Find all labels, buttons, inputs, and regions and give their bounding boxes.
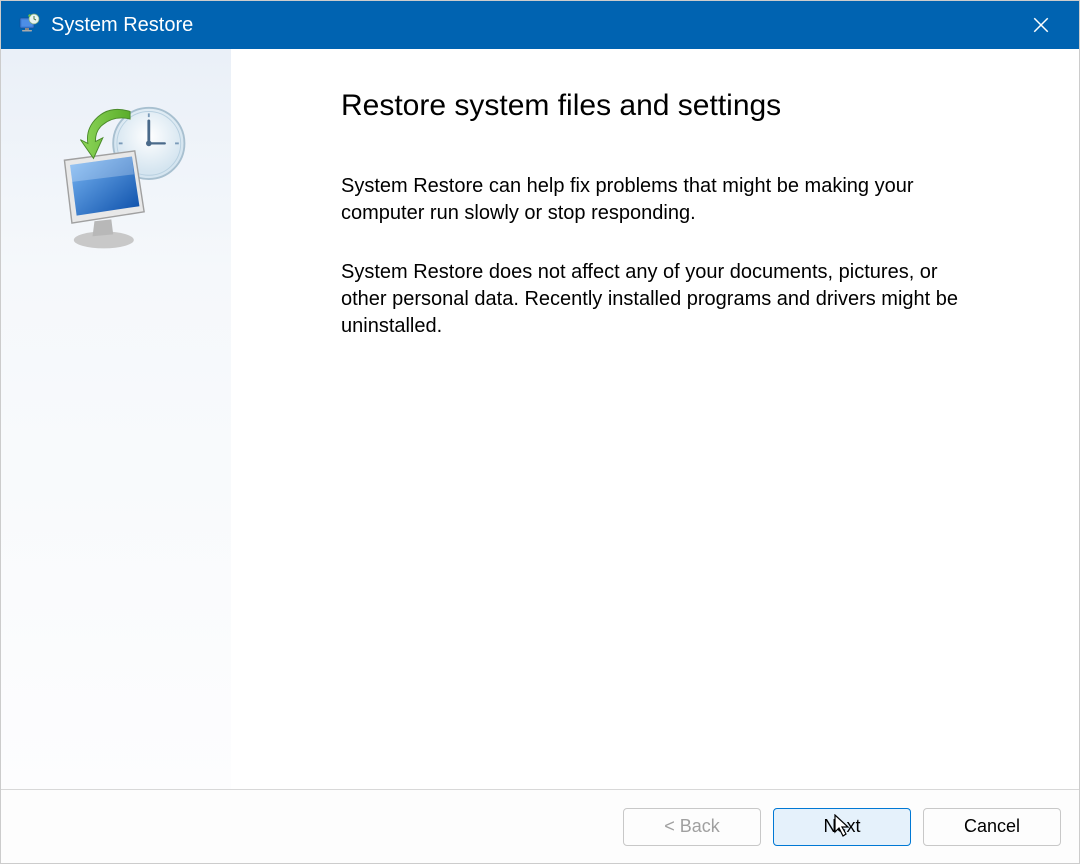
close-button[interactable]	[1017, 1, 1065, 49]
next-button[interactable]: Next	[773, 808, 911, 846]
content-area: Restore system files and settings System…	[1, 49, 1079, 789]
description-paragraph-2: System Restore does not affect any of yo…	[341, 259, 981, 340]
wizard-footer: < Back Next Cancel	[1, 789, 1079, 863]
description-paragraph-1: System Restore can help fix problems tha…	[341, 173, 981, 227]
back-button[interactable]: < Back	[623, 808, 761, 846]
cancel-button[interactable]: Cancel	[923, 808, 1061, 846]
wizard-sidebar	[1, 49, 231, 789]
system-restore-window: System Restore	[0, 0, 1080, 864]
wizard-main: Restore system files and settings System…	[231, 49, 1079, 789]
system-restore-icon	[15, 12, 41, 38]
window-title: System Restore	[51, 14, 1017, 37]
restore-illustration	[41, 104, 191, 254]
page-title: Restore system files and settings	[341, 89, 1019, 123]
titlebar: System Restore	[1, 1, 1079, 49]
close-icon	[1032, 16, 1050, 34]
